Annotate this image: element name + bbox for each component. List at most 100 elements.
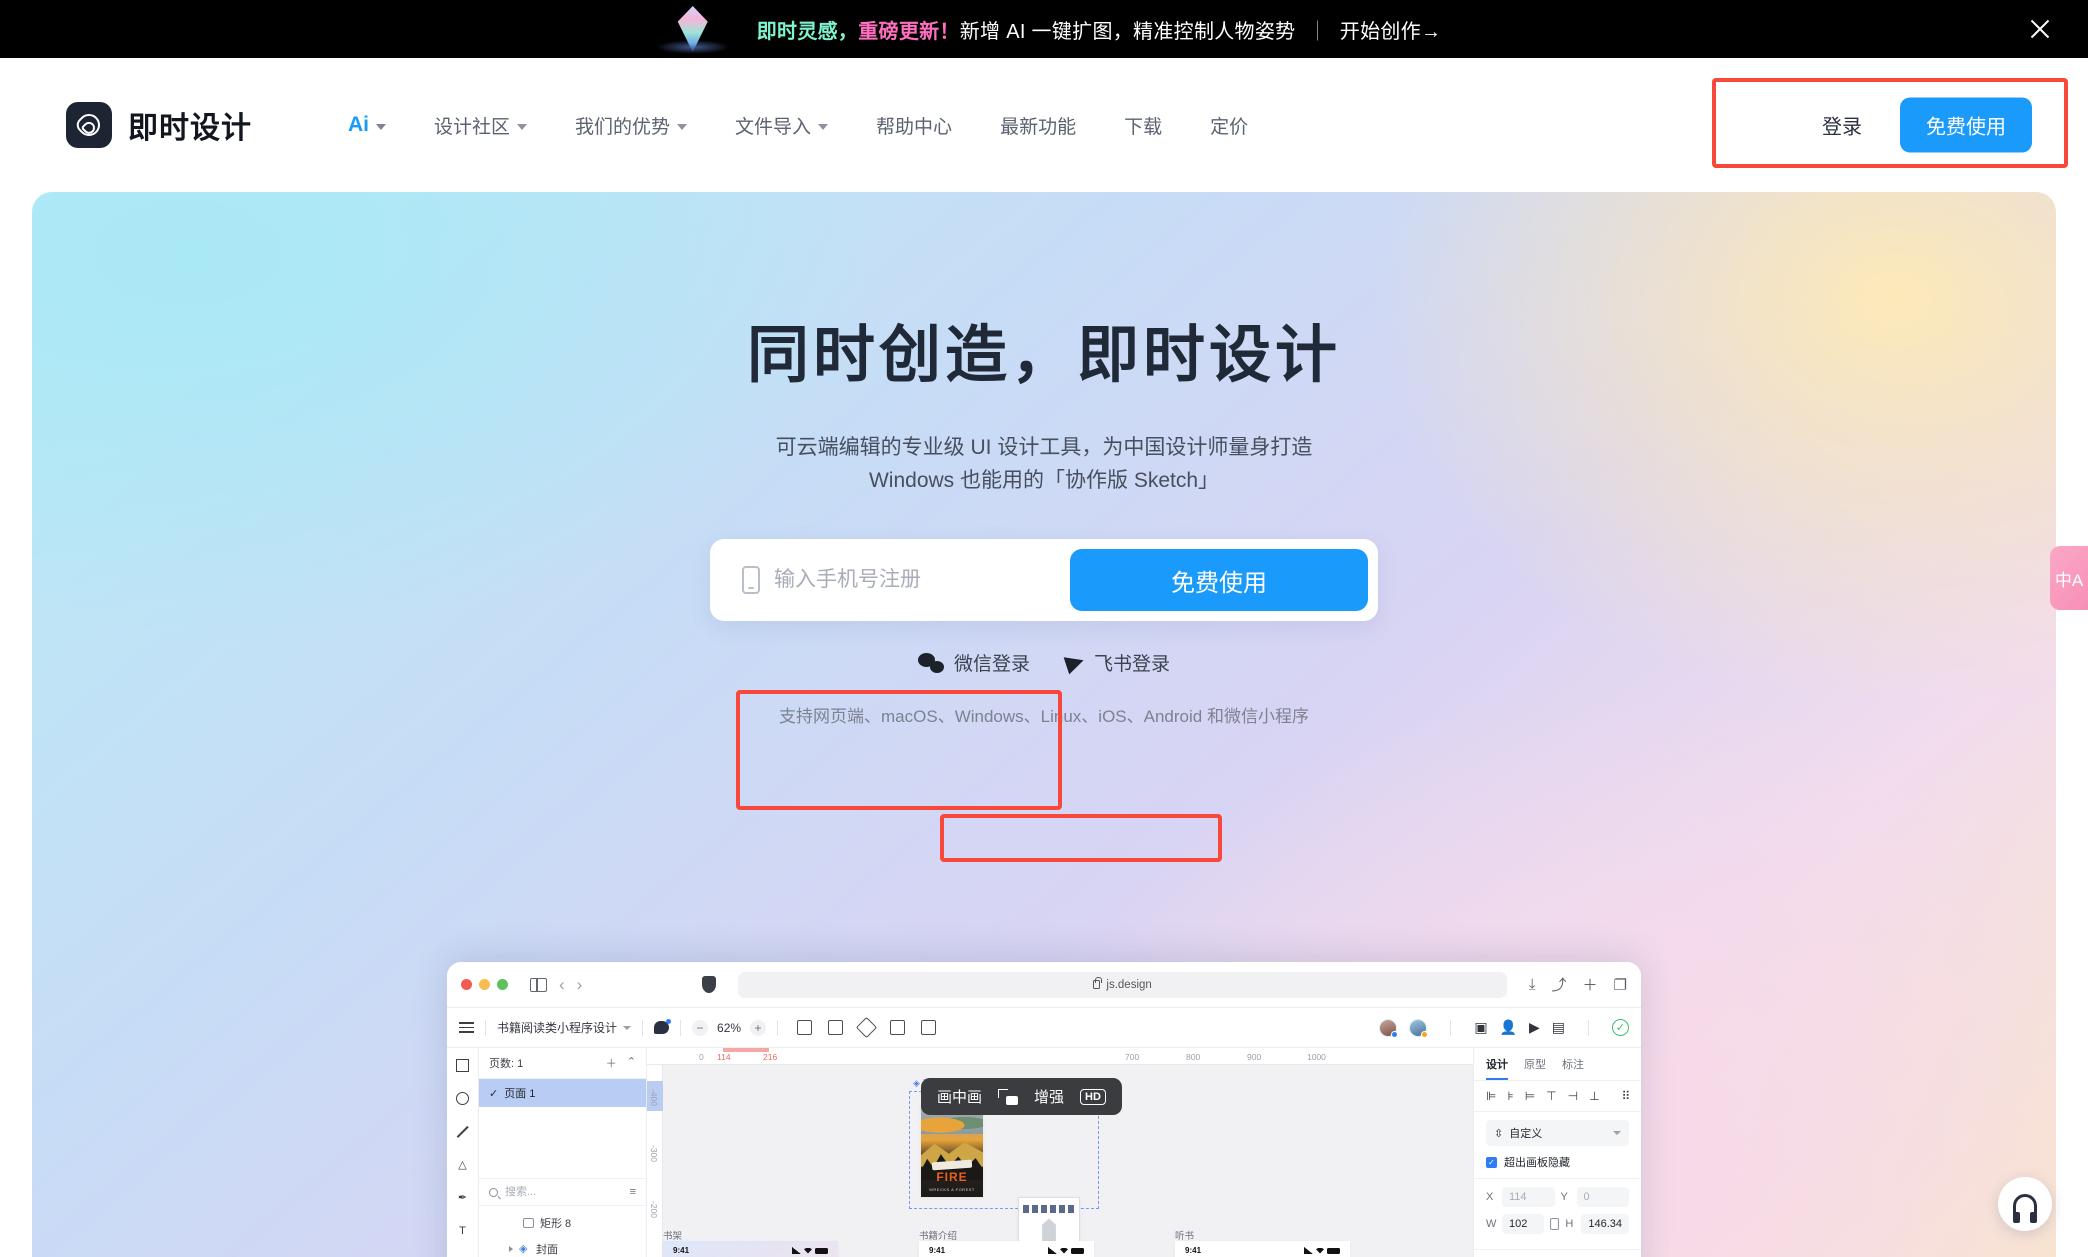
artboard-bookshelf[interactable]: 9:41 云南虫谷 我的书架 书店商城 xyxy=(663,1241,838,1257)
hero-free-trial-button[interactable]: 免费使用 xyxy=(1070,549,1368,612)
shape-tool-icon[interactable] xyxy=(855,1016,878,1039)
pen-tool-icon[interactable]: ✒ xyxy=(455,1190,470,1205)
layer-search-input[interactable] xyxy=(505,1186,623,1198)
w-input[interactable]: 102 xyxy=(1502,1214,1545,1234)
align-top-icon[interactable]: ⊤ xyxy=(1546,1089,1556,1103)
feishu-login-button[interactable]: 飞书登录 xyxy=(1063,649,1170,676)
rectangle-tool-icon[interactable] xyxy=(455,1058,470,1073)
free-trial-button[interactable]: 免费使用 xyxy=(1900,97,2032,153)
component-diamond-icon: ◈ xyxy=(913,1078,920,1088)
download-icon[interactable]: ⤓ xyxy=(1529,976,1536,993)
align-bottom-icon[interactable]: ⊥ xyxy=(1589,1089,1599,1103)
filter-icon[interactable]: ≡ xyxy=(630,1186,636,1198)
add-page-icon[interactable]: ＋ xyxy=(606,1055,617,1071)
minimize-window-icon[interactable] xyxy=(479,979,490,990)
nav-item-file-import[interactable]: 文件导入 xyxy=(711,102,852,149)
forward-icon[interactable]: › xyxy=(577,975,583,995)
avatar[interactable] xyxy=(1379,1018,1399,1038)
slice-tool-icon[interactable] xyxy=(828,1020,844,1035)
avatar[interactable] xyxy=(1409,1018,1429,1038)
text-tool-icon[interactable]: T xyxy=(455,1223,470,1238)
support-widget[interactable] xyxy=(1998,1177,2052,1231)
y-label: Y xyxy=(1560,1191,1568,1203)
brand-logo[interactable]: 即时设计 xyxy=(66,102,252,148)
line-tool-icon[interactable] xyxy=(455,1124,470,1139)
shield-icon[interactable] xyxy=(702,976,717,993)
tab-design[interactable]: 设计 xyxy=(1486,1056,1508,1080)
tab-annotation[interactable]: 标注 xyxy=(1562,1056,1584,1080)
component-tool-icon[interactable] xyxy=(890,1020,906,1035)
phone-input[interactable] xyxy=(774,568,1038,593)
hero-subtitle-line-1: 可云端编辑的专业级 UI 设计工具，为中国设计师量身打造 xyxy=(775,436,1313,459)
nav-item-download[interactable]: 下载 xyxy=(1100,102,1186,149)
distribute-icon[interactable]: ⠿ xyxy=(1622,1089,1631,1103)
sidebar-toggle-icon[interactable] xyxy=(530,977,547,992)
nav-item-pricing[interactable]: 定价 xyxy=(1186,102,1272,149)
new-tab-icon[interactable]: ＋ xyxy=(1583,974,1598,995)
lock-aspect-ratio-icon[interactable] xyxy=(1550,1218,1560,1230)
chevron-down-icon xyxy=(677,123,688,130)
constraint-icon: ⇳ xyxy=(1494,1127,1504,1140)
translate-widget[interactable]: 中A xyxy=(2050,546,2088,610)
wechat-login-button[interactable]: 微信登录 xyxy=(917,649,1030,676)
share-icon[interactable]: ⤴ xyxy=(1552,974,1567,995)
cloud-status-icon[interactable] xyxy=(654,1019,672,1034)
layer-search-row[interactable]: ≡ xyxy=(479,1179,646,1206)
zoom-in-button[interactable]: + xyxy=(750,1019,767,1036)
polygon-tool-icon[interactable]: △ xyxy=(455,1157,470,1172)
checkbox-checked-icon[interactable]: ✓ xyxy=(1486,1156,1497,1168)
artboard-audiobook[interactable]: 9:41 ‹ FIRE WRECKS A FOREST xyxy=(1175,1241,1350,1257)
align-center-horizontal-icon[interactable]: ⊧ xyxy=(1507,1089,1513,1103)
layer-row[interactable]: 矩形 8 xyxy=(479,1210,646,1236)
nav-item-ai[interactable]: Ai xyxy=(324,103,410,147)
close-icon[interactable] xyxy=(2026,15,2054,43)
url-bar[interactable]: js.design xyxy=(738,971,1507,998)
hd-badge[interactable]: HD xyxy=(1080,1088,1106,1105)
promo-banner[interactable]: 即时灵感， 重磅更新！ 新增 AI 一键扩图，精准控制人物姿势 ｜ 开始创作→ xyxy=(0,0,2088,58)
align-left-icon[interactable]: ⊫ xyxy=(1486,1089,1496,1103)
hamburger-icon[interactable] xyxy=(459,1022,474,1033)
nav-item-help-center[interactable]: 帮助中心 xyxy=(852,102,976,149)
tabs-icon[interactable]: ❐ xyxy=(1614,976,1627,994)
close-window-icon[interactable] xyxy=(461,979,472,990)
h-input[interactable]: 146.34 xyxy=(1581,1214,1629,1234)
artboard-book-detail[interactable]: 9:41 ‹ ⇱ FIRE WRECKS A F xyxy=(919,1241,1094,1257)
nav-item-community[interactable]: 设计社区 xyxy=(410,102,551,149)
layer-row[interactable]: ◈ 封面 xyxy=(479,1236,646,1257)
expand-right-icon[interactable] xyxy=(509,1246,513,1252)
board-label[interactable]: 听书 xyxy=(1175,1228,1194,1242)
board-label[interactable]: 书籍介绍 xyxy=(919,1228,957,1242)
window-controls[interactable] xyxy=(461,979,508,990)
zoom-out-button[interactable]: − xyxy=(692,1019,709,1036)
clip-content-row[interactable]: ✓ 超出画板隐藏 xyxy=(1486,1154,1629,1170)
camera-icon[interactable]: ▣ xyxy=(1474,1019,1487,1036)
pip-expand-icon[interactable] xyxy=(998,1088,1019,1105)
maximize-window-icon[interactable] xyxy=(497,979,508,990)
invite-collaborator-icon[interactable]: 👤 xyxy=(1500,1019,1517,1036)
login-button[interactable]: 登录 xyxy=(1792,97,1892,153)
pip-label[interactable]: 画中画 xyxy=(937,1086,982,1107)
pen-tool-icon[interactable] xyxy=(921,1020,937,1035)
nav-item-advantages[interactable]: 我们的优势 xyxy=(551,102,711,149)
nav-item-whats-new[interactable]: 最新功能 xyxy=(976,102,1100,149)
promo-cta-link[interactable]: 开始创作→ xyxy=(1340,15,1442,44)
ellipse-tool-icon[interactable] xyxy=(455,1091,470,1106)
x-input[interactable]: 114 xyxy=(1502,1187,1555,1207)
poster-thumbnail[interactable]: FIRE WRECKS A FOREST xyxy=(921,1102,983,1197)
y-input[interactable]: 0 xyxy=(1576,1187,1629,1207)
frame-tool-icon[interactable] xyxy=(797,1020,813,1035)
chevron-up-icon[interactable]: ⌃ xyxy=(627,1055,636,1071)
page-list-item[interactable]: ✓ 页面 1 xyxy=(479,1079,646,1107)
file-name-dropdown[interactable]: 书籍阅读类小程序设计 xyxy=(497,1019,632,1036)
tab-prototype[interactable]: 原型 xyxy=(1524,1056,1546,1080)
back-icon[interactable]: ‹ xyxy=(559,975,565,995)
board-label[interactable]: 书架 xyxy=(663,1228,682,1242)
present-icon[interactable]: ▤ xyxy=(1552,1019,1565,1036)
align-center-vertical-icon[interactable]: ⊣ xyxy=(1568,1089,1578,1103)
constraint-select[interactable]: ⇳ 自定义 xyxy=(1486,1120,1629,1146)
status-bar: 9:41 xyxy=(1175,1241,1350,1257)
align-right-icon[interactable]: ⊨ xyxy=(1525,1089,1535,1103)
play-preview-icon[interactable]: ▶ xyxy=(1529,1019,1540,1036)
phone-field[interactable] xyxy=(720,549,1060,611)
enhance-label[interactable]: 增强 xyxy=(1034,1086,1064,1107)
